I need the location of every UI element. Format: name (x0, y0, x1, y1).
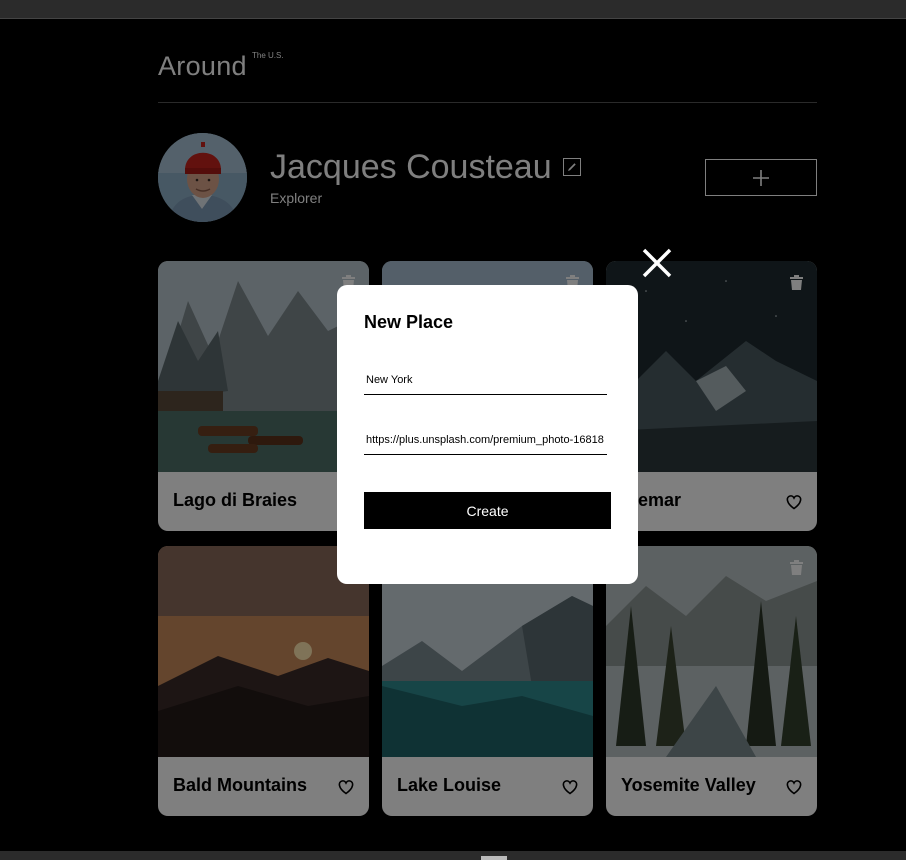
place-name-input[interactable] (364, 365, 607, 395)
close-icon[interactable] (641, 247, 673, 279)
browser-bottom-bar (0, 851, 906, 860)
new-place-modal: New Place Create (337, 285, 638, 584)
image-link-input[interactable] (364, 425, 607, 455)
scroll-handle[interactable] (481, 856, 507, 860)
browser-top-bar (0, 0, 906, 19)
modal-title: New Place (364, 312, 454, 332)
page: Around The U.S. Jacques Cousteau Explore… (0, 19, 906, 851)
create-button[interactable]: Create (364, 492, 611, 529)
